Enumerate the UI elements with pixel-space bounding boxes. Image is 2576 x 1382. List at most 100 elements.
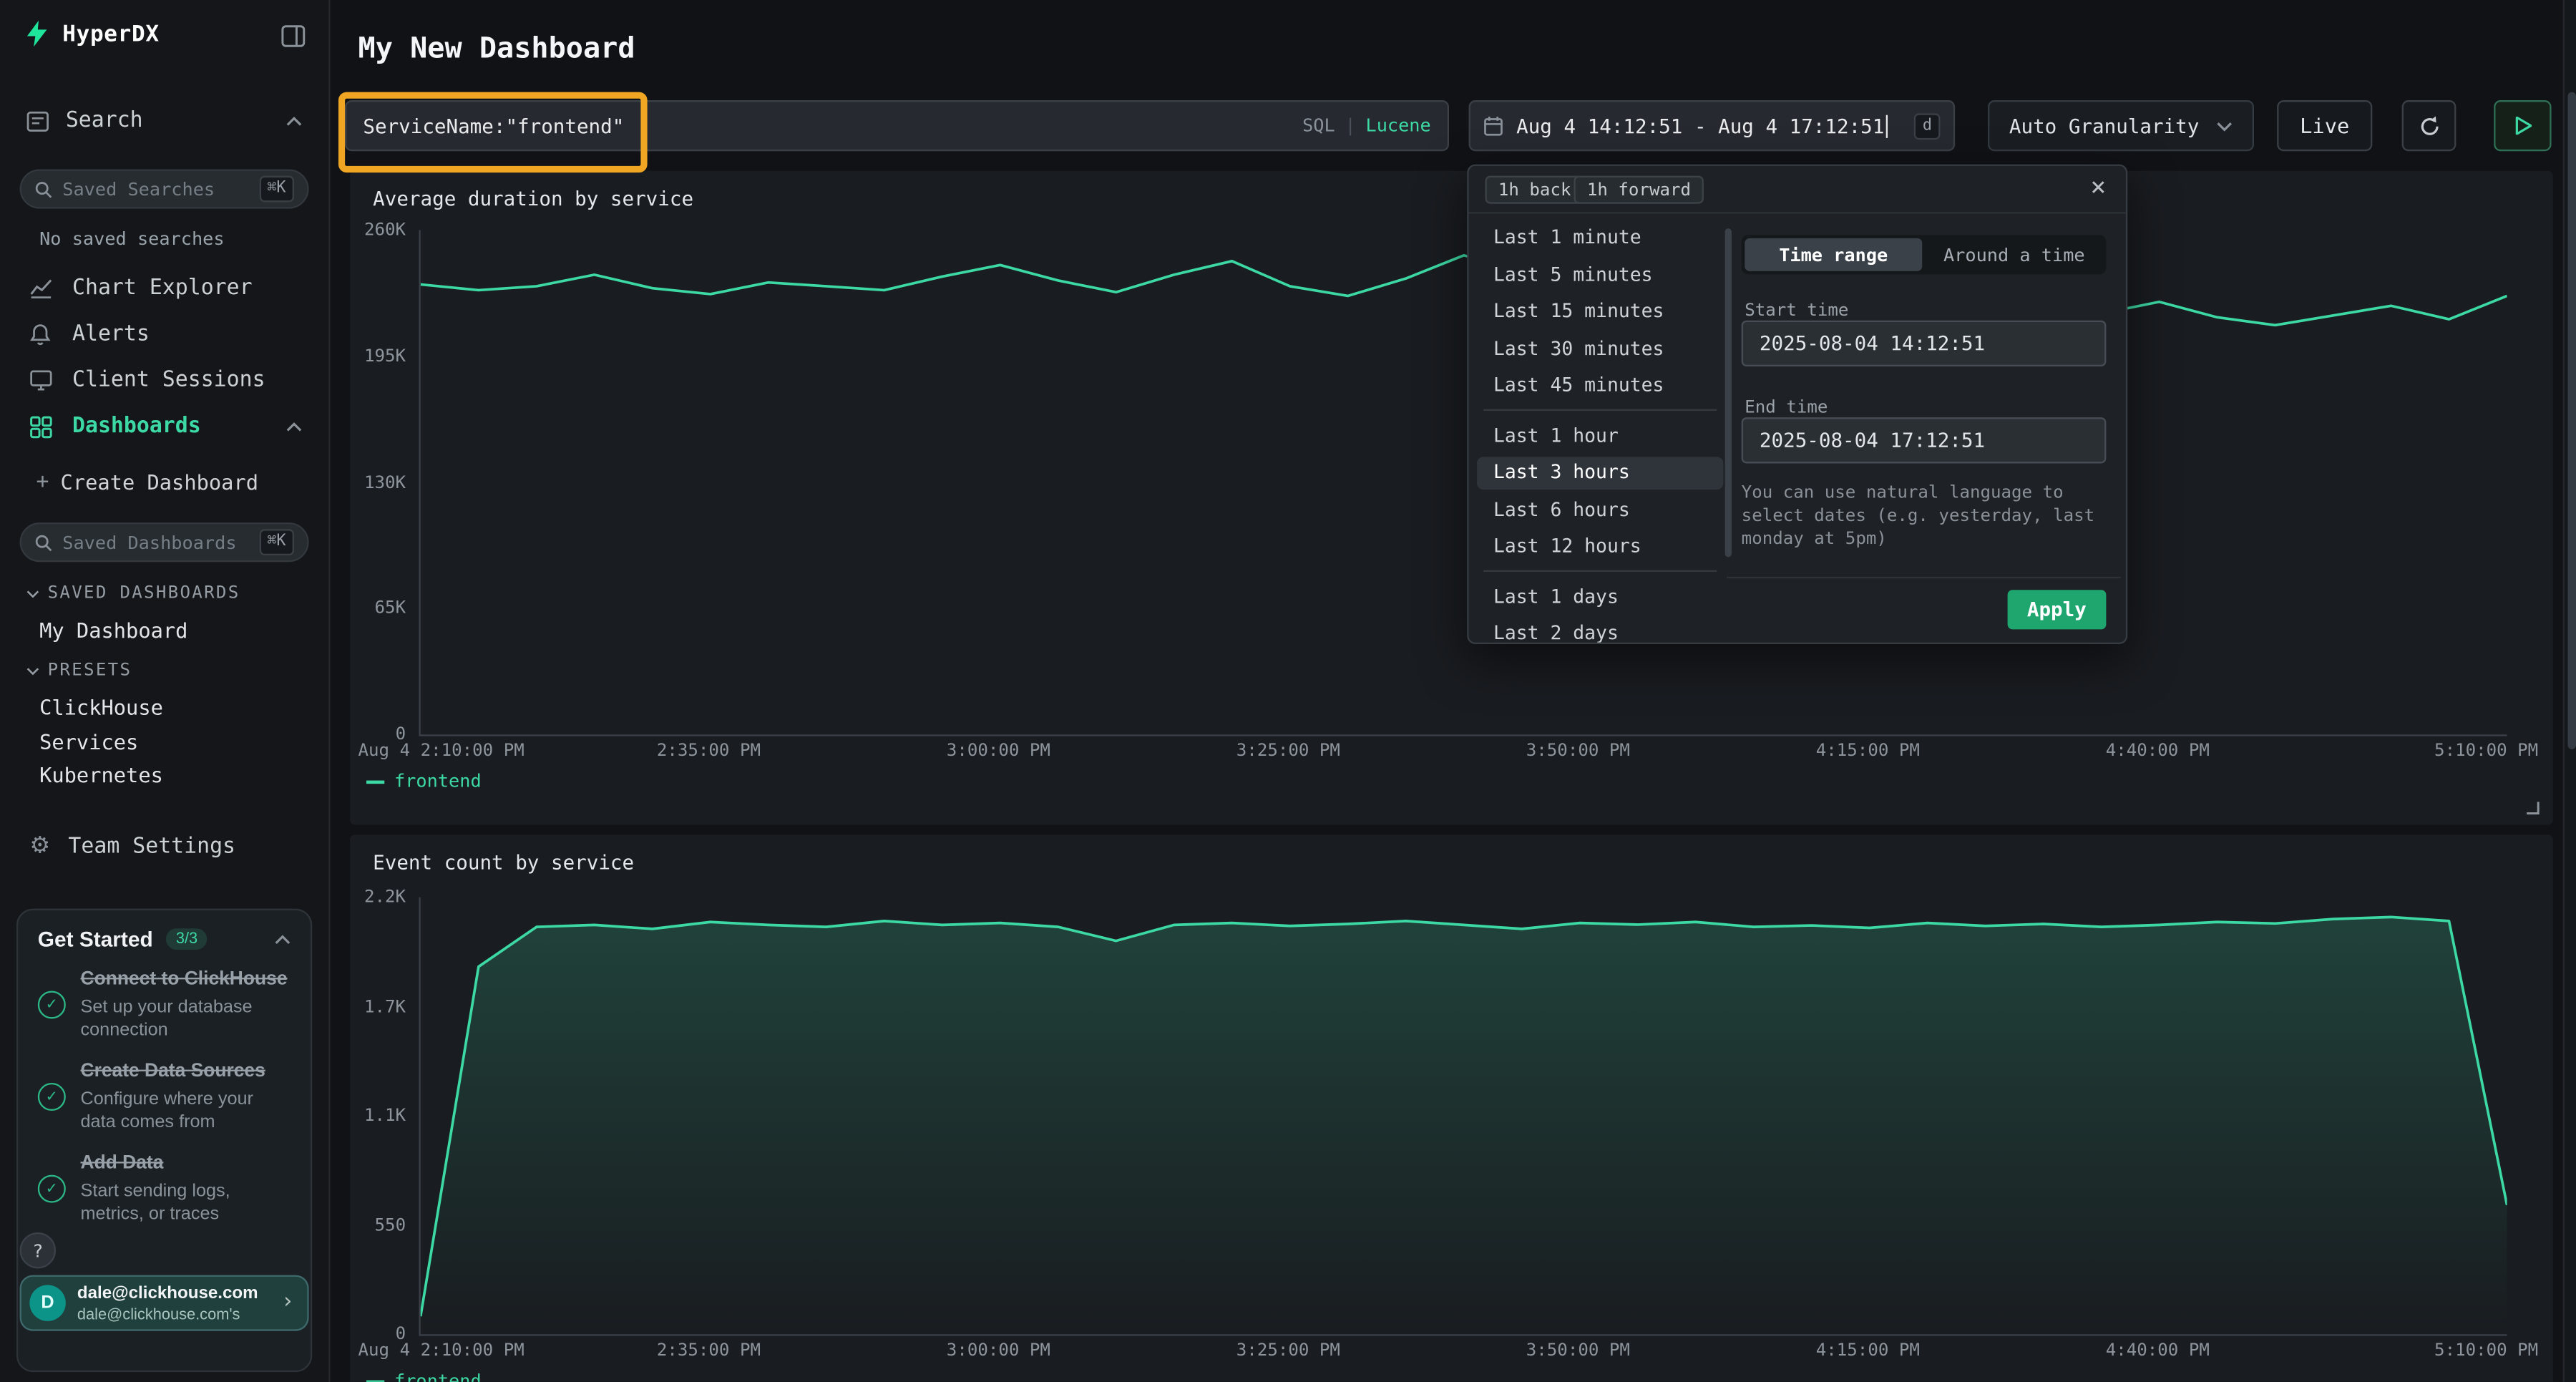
close-icon[interactable]: × (2090, 171, 2106, 203)
sidebar-item-services[interactable]: Services (39, 729, 138, 754)
time-preset-item[interactable]: Last 1 minute (1477, 222, 1723, 254)
time-preset-item[interactable]: Last 2 days (1477, 618, 1723, 642)
time-preset-item[interactable]: Last 15 minutes (1477, 296, 1723, 328)
popover-footer-divider (1727, 577, 2121, 578)
time-preset-item[interactable]: Last 3 hours (1477, 457, 1723, 489)
sidebar-item-label: Client Sessions (72, 368, 265, 392)
bell-icon (29, 323, 51, 346)
end-time-label: End time (1745, 398, 1828, 418)
legend-label: frontend (394, 771, 482, 792)
run-query-button[interactable] (2494, 100, 2551, 151)
time-range-input[interactable]: Aug 4 14:12:51 - Aug 4 17:12:51 d (1469, 100, 1956, 151)
resize-handle-icon[interactable] (2525, 800, 2540, 815)
chevron-down-icon (2216, 121, 2233, 131)
time-preset-item[interactable]: Last 1 hour (1477, 420, 1723, 452)
time-preset-item[interactable]: Last 12 hours (1477, 531, 1723, 563)
chevron-up-icon (286, 116, 302, 126)
time-preset-item[interactable]: Last 30 minutes (1477, 333, 1723, 365)
apply-button[interactable]: Apply (2007, 590, 2106, 629)
sidebar-item-label: Alerts (72, 322, 150, 346)
sidebar-item-chart-explorer[interactable]: Chart Explorer (29, 276, 252, 301)
popover-header: 1h back 1h forward × (1469, 166, 2126, 214)
y-axis-tick: 260K (350, 220, 406, 240)
brand[interactable]: HyperDX (23, 20, 160, 48)
get-started-item[interactable]: ✓ Connect to ClickHouse Set up your data… (38, 968, 291, 1042)
play-icon (2514, 117, 2531, 135)
lucene-mode-toggle[interactable]: Lucene (1365, 115, 1430, 137)
time-preset-item[interactable]: Last 5 minutes (1477, 259, 1723, 291)
get-started-item[interactable]: ✓ Add Data Start sending logs, metrics, … (38, 1152, 291, 1227)
live-button[interactable]: Live (2277, 100, 2372, 151)
x-axis-tick: 5:10:00 PM (2434, 1340, 2538, 1361)
tab-around-a-time[interactable]: Around a time (1926, 238, 2103, 271)
saved-searches-input[interactable]: Saved Searches ⌘K (20, 169, 309, 208)
plus-icon: + (36, 470, 49, 495)
get-started-item-title: Connect to ClickHouse (81, 968, 291, 992)
keyboard-shortcut-badge: d (1914, 112, 1940, 139)
create-dashboard-button[interactable]: + Create Dashboard (36, 470, 259, 495)
search-query-input[interactable]: ServiceName:"frontend" SQL | Lucene (345, 100, 1449, 151)
user-account-row[interactable]: D dale@clickhouse.com dale@clickhouse.co… (20, 1275, 309, 1331)
sidebar-item-label: Chart Explorer (72, 276, 253, 301)
chart-legend[interactable]: frontend (366, 1371, 482, 1382)
y-axis-tick: 65K (350, 598, 406, 618)
sidebar-item-client-sessions[interactable]: Client Sessions (29, 368, 265, 392)
saved-dashboards-input[interactable]: Saved Dashboards ⌘K (20, 522, 309, 562)
time-preset-list: Last 1 minute Last 5 minutes Last 15 minut… (1477, 222, 1723, 643)
end-time-field[interactable] (1742, 417, 2107, 463)
time-mode-tabs: Time range Around a time (1742, 235, 2107, 274)
hyperdx-logo-icon (23, 20, 51, 48)
page-title: My New Dashboard (358, 33, 635, 66)
get-started-progress-badge: 3/3 (166, 928, 208, 950)
chart-title: Average duration by service (373, 188, 693, 210)
sidebar-item-alerts[interactable]: Alerts (29, 322, 150, 346)
help-button[interactable]: ? (20, 1232, 57, 1269)
y-axis-tick: 130K (350, 472, 406, 492)
sidebar-item-search[interactable]: Search (26, 109, 303, 133)
scrollbar-thumb[interactable] (1725, 228, 1732, 557)
time-preset-item[interactable]: Last 6 hours (1477, 494, 1723, 526)
sidebar-item-my-dashboard[interactable]: My Dashboard (39, 618, 187, 642)
shift-forward-button[interactable]: 1h forward (1574, 176, 1704, 204)
presets-section-header[interactable]: PRESETS (26, 661, 132, 681)
saved-dashboards-section-header[interactable]: SAVED DASHBOARDS (26, 583, 240, 603)
shift-back-button[interactable]: 1h back (1485, 176, 1584, 204)
dashboards-grid-icon (29, 415, 52, 438)
sidebar-item-kubernetes[interactable]: Kubernetes (39, 762, 163, 787)
chevron-down-icon (26, 589, 39, 597)
get-started-header[interactable]: Get Started 3/3 (38, 927, 291, 951)
time-preset-item[interactable]: Last 45 minutes (1477, 370, 1723, 402)
shortcut-badge: ⌘K (259, 529, 294, 555)
get-started-item[interactable]: ✓ Create Data Sources Configure where yo… (38, 1060, 291, 1134)
sql-mode-toggle[interactable]: SQL (1302, 115, 1335, 137)
get-started-item-title: Add Data (81, 1152, 291, 1177)
legend-swatch (366, 1379, 384, 1381)
x-axis-tick: 3:00:00 PM (947, 741, 1050, 761)
x-axis-tick: 2:35:00 PM (657, 1340, 761, 1361)
refresh-button[interactable] (2402, 100, 2457, 151)
panel-average-duration: Average duration by service frontend 065… (350, 171, 2553, 825)
natural-language-hint: You can use natural language to select d… (1742, 482, 2113, 552)
sidebar-item-dashboards[interactable]: Dashboards (29, 414, 302, 439)
tab-time-range[interactable]: Time range (1745, 238, 1922, 271)
granularity-select[interactable]: Auto Granularity (1988, 100, 2254, 151)
time-preset-item[interactable]: Last 1 days (1477, 581, 1723, 613)
sidebar-item-team-settings[interactable]: ⚙ Team Settings (29, 833, 235, 860)
collapse-sidebar-icon[interactable] (281, 24, 306, 47)
chart-legend[interactable]: frontend (366, 771, 482, 792)
sidebar-item-clickhouse[interactable]: ClickHouse (39, 695, 163, 719)
check-circle-icon: ✓ (38, 991, 66, 1019)
page-scrollbar[interactable] (2563, 0, 2576, 1382)
user-email: dale@clickhouse.com (77, 1283, 258, 1303)
chevron-right-icon: › (281, 1290, 294, 1314)
get-started-item-title: Create Data Sources (81, 1060, 291, 1084)
chart-plot-area (419, 230, 2507, 736)
x-axis-tick: 3:50:00 PM (1526, 1340, 1630, 1361)
start-time-field[interactable] (1742, 321, 2107, 366)
preset-divider (1483, 570, 1717, 571)
section-header-label: PRESETS (48, 661, 132, 681)
check-circle-icon: ✓ (38, 1175, 66, 1203)
avatar: D (29, 1285, 66, 1321)
x-axis-tick: 3:25:00 PM (1236, 741, 1340, 761)
scrollbar-thumb[interactable] (2567, 92, 2575, 749)
